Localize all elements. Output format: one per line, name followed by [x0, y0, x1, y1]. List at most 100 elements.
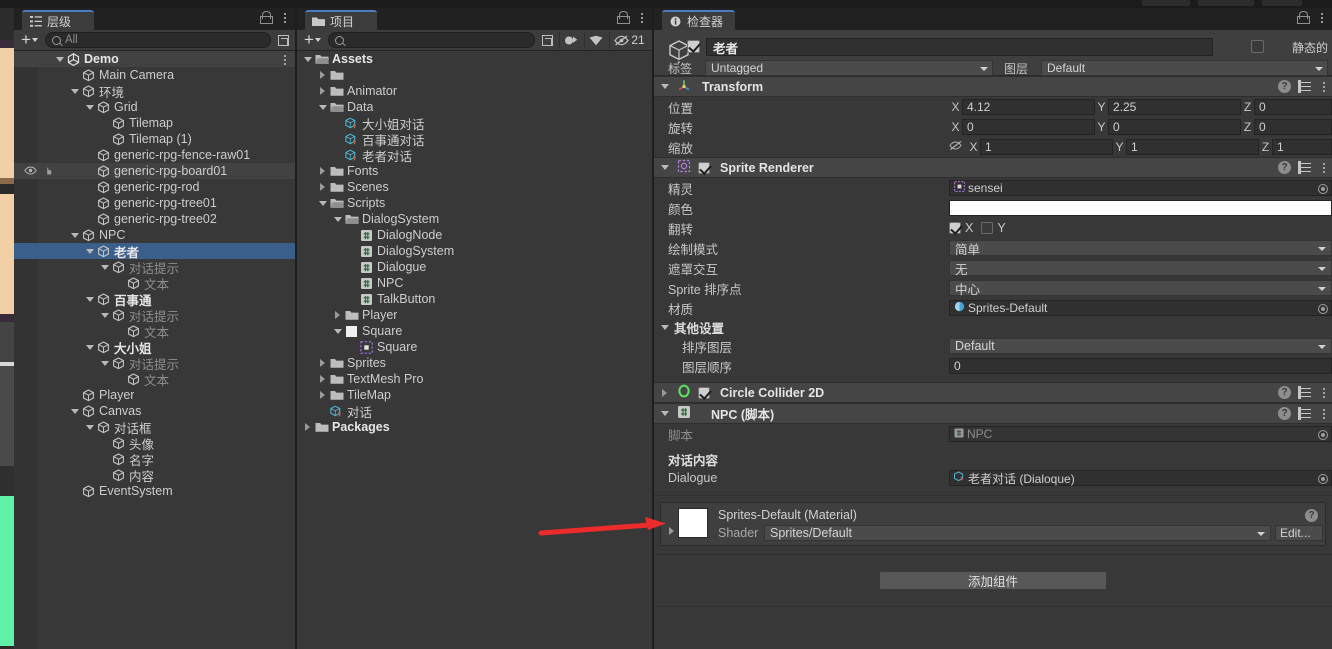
create-gameobject-button[interactable]: +: [17, 31, 42, 49]
tree-row[interactable]: Assets: [297, 51, 652, 67]
transform-component-header[interactable]: Transform ?: [654, 76, 1332, 97]
chevron-down-icon[interactable]: [83, 424, 96, 430]
chevron-down-icon[interactable]: [658, 165, 671, 170]
chevron-down-icon[interactable]: [658, 411, 671, 416]
tree-row[interactable]: Player: [297, 307, 652, 323]
circle-collider-enabled-checkbox[interactable]: [698, 386, 710, 399]
mask-dropdown[interactable]: 无: [949, 260, 1332, 277]
shader-edit-button[interactable]: Edit...: [1275, 525, 1323, 541]
chevron-down-icon[interactable]: [68, 408, 81, 414]
layer-dropdown[interactable]: Default: [1041, 60, 1328, 76]
tree-row[interactable]: Grid: [14, 99, 295, 115]
chevron-down-icon[interactable]: [316, 200, 329, 206]
chevron-down-icon[interactable]: [658, 84, 671, 89]
sprite-renderer-enabled-checkbox[interactable]: [698, 161, 710, 174]
tree-row[interactable]: Player: [14, 387, 295, 403]
create-asset-button[interactable]: +: [300, 31, 325, 49]
chevron-down-icon[interactable]: [98, 360, 111, 366]
preset-icon[interactable]: [1298, 385, 1311, 401]
tree-row[interactable]: Data: [297, 99, 652, 115]
tree-row[interactable]: DialogSystem: [297, 243, 652, 259]
tree-row[interactable]: 文本: [14, 323, 295, 340]
static-checkbox[interactable]: [1251, 40, 1264, 53]
transform-z-field[interactable]: 1: [1272, 139, 1332, 155]
chevron-right-icon[interactable]: [331, 311, 344, 319]
tree-row[interactable]: 名字: [14, 451, 295, 468]
other-settings-foldout[interactable]: 其他设置: [654, 318, 1332, 336]
tree-row[interactable]: Canvas: [14, 403, 295, 419]
tree-row[interactable]: TextMesh Pro: [297, 371, 652, 387]
tree-row[interactable]: Tilemap: [14, 115, 295, 131]
save-search-icon[interactable]: [538, 32, 556, 49]
help-icon[interactable]: ?: [1278, 407, 1291, 420]
hierarchy-search-mode-icon[interactable]: [274, 32, 292, 49]
chevron-right-icon[interactable]: [301, 423, 314, 431]
lock-icon[interactable]: [1297, 11, 1310, 24]
preset-icon[interactable]: [1298, 79, 1311, 95]
tree-row[interactable]: EventSystem: [14, 483, 295, 499]
chevron-down-icon[interactable]: [331, 328, 344, 334]
tree-row[interactable]: generic-rpg-tree02: [14, 211, 295, 227]
chevron-right-icon[interactable]: [316, 359, 329, 367]
hidden-packages-toggle[interactable]: 21: [609, 31, 649, 49]
shader-dropdown[interactable]: Sprites/Default: [764, 525, 1271, 541]
chevron-down-icon[interactable]: [658, 324, 671, 330]
tree-row[interactable]: 文本: [14, 275, 295, 292]
tree-row[interactable]: generic-rpg-board01: [14, 163, 295, 179]
tree-row[interactable]: 老者对话: [297, 147, 652, 164]
order-in-layer-field[interactable]: 0: [949, 358, 1332, 374]
tree-row[interactable]: Scripts: [297, 195, 652, 211]
hierarchy-search-input[interactable]: All: [44, 32, 271, 48]
gameobject-enabled-checkbox[interactable]: [687, 40, 700, 53]
material-object-field[interactable]: Sprites-Default: [949, 300, 1332, 316]
chevron-right-icon[interactable]: [316, 375, 329, 383]
chevron-down-icon[interactable]: [98, 264, 111, 270]
project-search-input[interactable]: [327, 32, 535, 48]
chevron-right-icon[interactable]: [665, 527, 678, 535]
sprite-object-field[interactable]: sensei: [949, 180, 1332, 196]
scene-view-sliver[interactable]: [0, 8, 14, 649]
tree-row[interactable]: Main Camera: [14, 67, 295, 83]
component-menu-icon[interactable]: [1318, 161, 1330, 174]
chevron-right-icon[interactable]: [316, 167, 329, 175]
script-object-field[interactable]: NPC: [949, 426, 1332, 442]
tree-row[interactable]: NPC: [14, 227, 295, 243]
label-filter-icon[interactable]: [584, 31, 606, 49]
tree-row[interactable]: DialogNode: [297, 227, 652, 243]
chevron-right-icon[interactable]: [316, 71, 329, 79]
sort-point-dropdown[interactable]: 中心: [949, 280, 1332, 297]
chevron-right-icon[interactable]: [316, 87, 329, 95]
help-icon[interactable]: ?: [1278, 80, 1291, 93]
tree-row[interactable]: generic-rpg-rod: [14, 179, 295, 195]
tree-row[interactable]: generic-rpg-fence-raw01: [14, 147, 295, 163]
chevron-down-icon[interactable]: [83, 296, 96, 302]
help-icon[interactable]: ?: [1278, 161, 1291, 174]
tree-row[interactable]: Square: [297, 323, 652, 339]
chevron-down-icon[interactable]: [331, 216, 344, 222]
project-menu-icon[interactable]: [636, 11, 648, 24]
tree-row[interactable]: Tilemap (1): [14, 131, 295, 147]
transform-y-field[interactable]: 0: [1108, 119, 1241, 135]
chevron-right-icon[interactable]: [658, 388, 671, 397]
tree-row[interactable]: 头像: [14, 435, 295, 452]
circle-collider-component-header[interactable]: Circle Collider 2D ?: [654, 382, 1332, 403]
help-icon[interactable]: ?: [1278, 386, 1291, 399]
tab-inspector[interactable]: 检查器: [662, 10, 736, 30]
tree-row[interactable]: 大小姐对话: [297, 115, 652, 132]
transform-x-field[interactable]: 4.12: [962, 99, 1095, 115]
draw-mode-dropdown[interactable]: 简单: [949, 240, 1332, 257]
tree-row[interactable]: Packages: [297, 419, 652, 435]
object-picker-icon[interactable]: [1318, 474, 1328, 484]
object-picker-icon[interactable]: [1318, 430, 1328, 440]
tree-row[interactable]: 百事通对话: [297, 131, 652, 148]
chevron-right-icon[interactable]: [316, 183, 329, 191]
sprite-renderer-component-header[interactable]: Sprite Renderer ?: [654, 157, 1332, 178]
component-menu-icon[interactable]: [1318, 407, 1330, 420]
tree-row[interactable]: Square: [297, 339, 652, 355]
object-picker-icon[interactable]: [1318, 184, 1328, 194]
tree-row[interactable]: DialogSystem: [297, 211, 652, 227]
chevron-down-icon[interactable]: [98, 312, 111, 318]
tree-row[interactable]: Demo: [14, 51, 295, 67]
gameobject-name-field[interactable]: 老者: [706, 38, 1213, 56]
preset-icon[interactable]: [1298, 406, 1311, 422]
